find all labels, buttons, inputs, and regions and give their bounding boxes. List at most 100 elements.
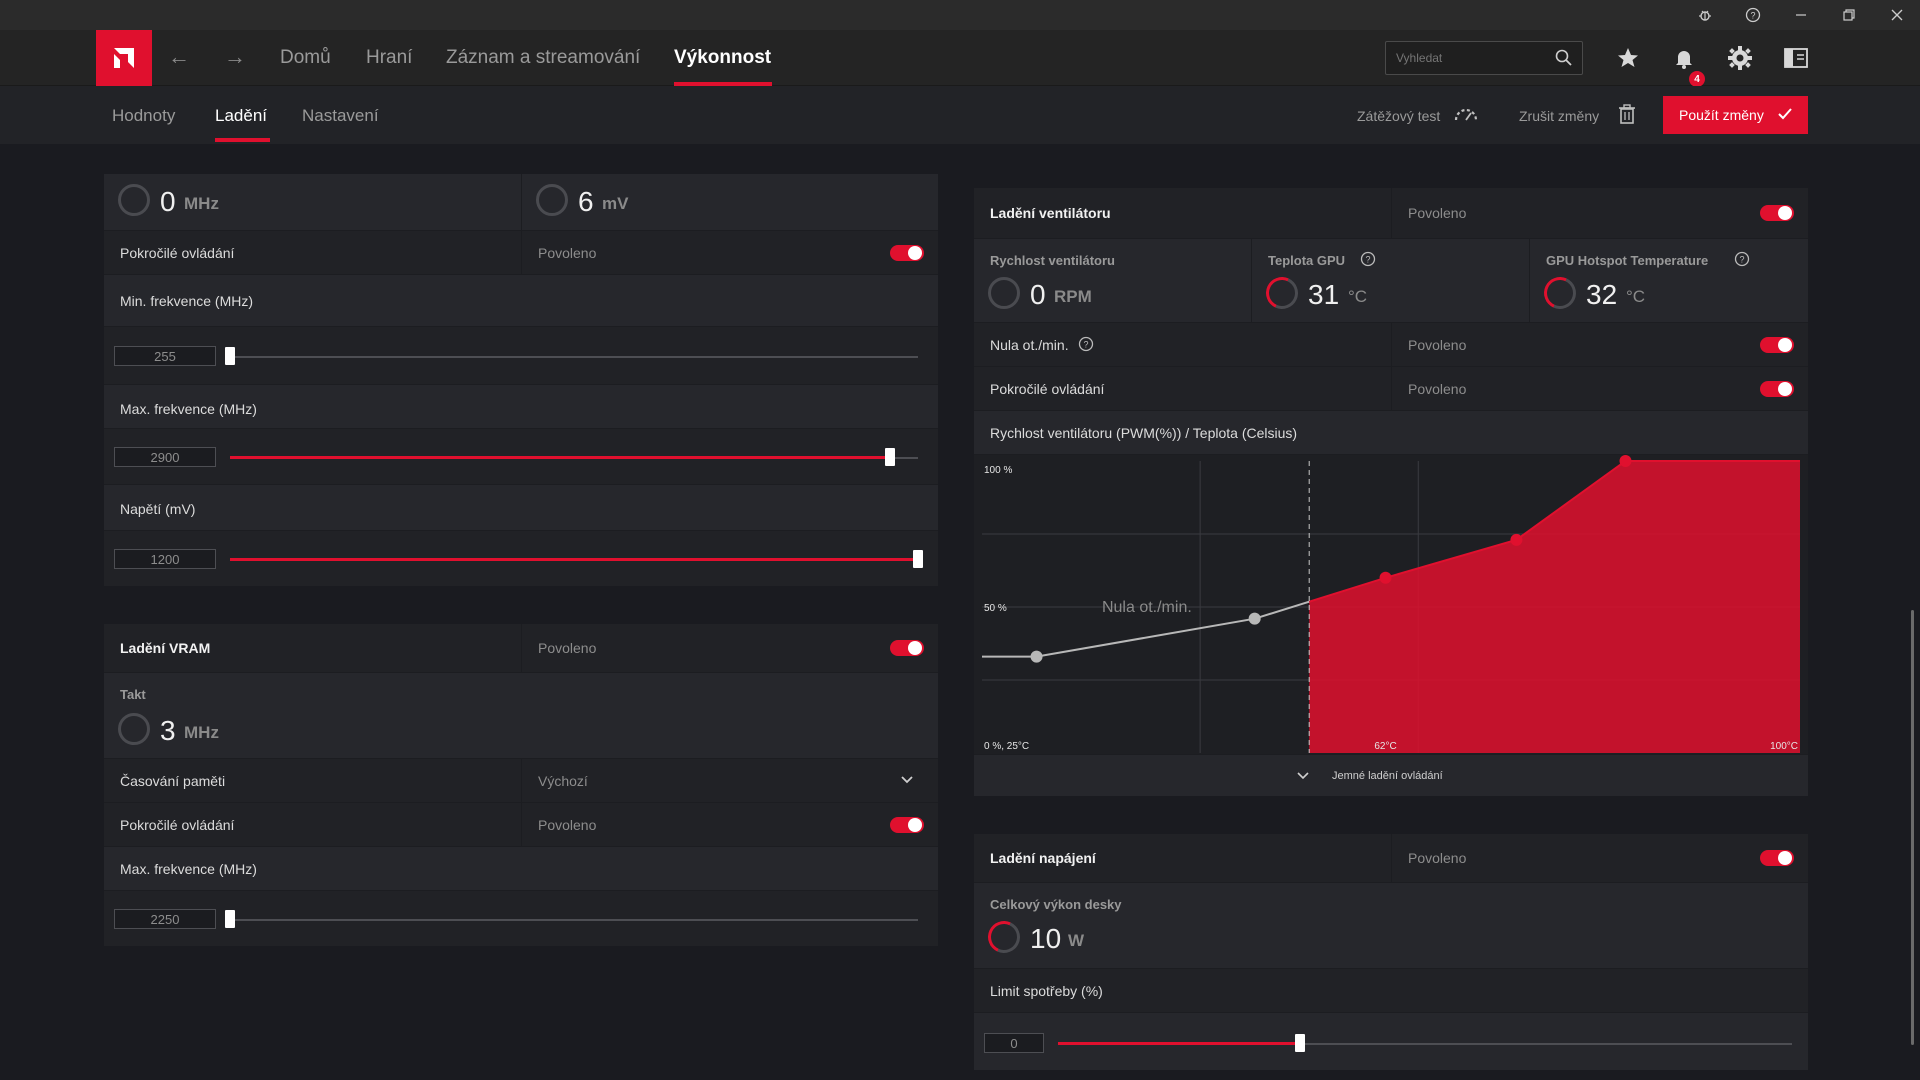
apply-changes-button[interactable]: Použít změny: [1663, 96, 1808, 134]
power-toggle[interactable]: [1760, 850, 1794, 866]
fan-curve-point-3[interactable]: [1510, 533, 1523, 546]
amd-logo[interactable]: [96, 30, 152, 86]
fan-curve-area: [1309, 461, 1800, 753]
board-power-value: 10: [1030, 923, 1062, 954]
vram-max-freq-track: [230, 919, 918, 921]
max-freq-slider[interactable]: [885, 448, 896, 466]
fan-curve-point-1[interactable]: [1248, 612, 1261, 625]
board-power-label: Celkový výkon desky: [990, 897, 1122, 912]
voltage-input[interactable]: 1200: [114, 549, 216, 569]
nav-home[interactable]: Domů: [280, 47, 331, 69]
fan-curve-title: Rychlost ventilátoru (PWM(%)) / Teplota …: [990, 425, 1298, 441]
discard-changes-button[interactable]: Zrušit změny: [1519, 108, 1599, 124]
vram-advanced-label: Pokročilé ovládání: [120, 817, 235, 833]
vram-advanced-row: Pokročilé ovládání Povoleno: [104, 802, 938, 846]
nav-gaming[interactable]: Hraní: [366, 47, 412, 69]
power-limit-input[interactable]: 0: [984, 1033, 1044, 1053]
voltage-label-row: Napětí (mV): [104, 484, 938, 530]
vram-clock-gauge-icon: [118, 713, 150, 745]
fan-curve-point-2[interactable]: [1379, 571, 1392, 584]
zero-rpm-row: Nula ot./min. ? Povoleno: [974, 322, 1808, 366]
back-arrow-icon[interactable]: ←: [168, 44, 190, 70]
voltage-slider[interactable]: [913, 550, 923, 568]
power-limit-slider-row: 0: [974, 1012, 1808, 1070]
fan-speed-unit: RPM: [1054, 287, 1092, 306]
gpu-temp-help-icon[interactable]: ?: [1360, 251, 1376, 272]
fan-curve-title-row: Rychlost ventilátoru (PWM(%)) / Teplota …: [974, 410, 1808, 454]
board-power-row: Celkový výkon desky 10 W: [974, 882, 1808, 968]
power-limit-slider[interactable]: [1295, 1034, 1306, 1052]
hotspot-temp-value: 32: [1586, 279, 1618, 310]
clock-gauge-icon: [118, 184, 150, 216]
vram-max-freq-slider-row: 2250: [104, 890, 938, 946]
gpu-temp-unit: °C: [1348, 287, 1368, 306]
min-freq-input[interactable]: 255: [114, 346, 216, 366]
advanced-control-label: Pokročilé ovládání: [120, 245, 235, 261]
fan-advanced-toggle[interactable]: [1760, 381, 1794, 397]
chevron-down-icon[interactable]: [900, 773, 914, 792]
zero-rpm-help-icon[interactable]: ?: [1078, 336, 1094, 357]
power-limit-label: Limit spotřeby (%): [990, 983, 1103, 999]
svg-text:?: ?: [1750, 11, 1755, 21]
page-scrollbar[interactable]: [1911, 610, 1914, 1045]
fan-curve-point-0[interactable]: [1030, 650, 1043, 663]
vram-max-freq-label: Max. frekvence (MHz): [120, 861, 257, 877]
power-tuning-panel: Ladění napájení Povoleno Celkový výkon d…: [974, 834, 1808, 1070]
fan-toggle[interactable]: [1760, 205, 1794, 221]
vram-title: Ladění VRAM: [120, 640, 211, 656]
restore-icon[interactable]: [1826, 0, 1872, 30]
gpu-clock-unit: MHz: [184, 194, 219, 213]
chevron-down-icon[interactable]: [1296, 769, 1310, 787]
subtab-active-indicator: [215, 138, 270, 142]
zero-rpm-toggle[interactable]: [1760, 337, 1794, 353]
fan-curve-chart-area: 100 % 50 % 0 %, 25°C 62°C 100°C Nula ot./min.: [974, 454, 1808, 754]
vram-state: Povoleno: [538, 640, 597, 656]
tab-settings[interactable]: Nastavení: [302, 106, 379, 126]
min-freq-slider[interactable]: [225, 347, 235, 365]
vram-header-row: Ladění VRAM Povoleno: [104, 624, 938, 672]
sidebar-panel-icon[interactable]: [1780, 42, 1812, 74]
fan-curve-point-4[interactable]: [1619, 455, 1632, 467]
search-input[interactable]: [1396, 51, 1546, 65]
forward-arrow-icon[interactable]: →: [224, 44, 246, 70]
tab-tuning[interactable]: Ladění: [215, 106, 267, 126]
search-box[interactable]: [1385, 41, 1583, 75]
board-power-unit: W: [1068, 931, 1085, 950]
stress-test-button[interactable]: Zátěžový test: [1357, 108, 1440, 124]
vram-max-freq-slider[interactable]: [225, 910, 235, 928]
search-icon[interactable]: [1554, 48, 1574, 73]
vram-clock-label: Takt: [120, 687, 146, 702]
close-icon[interactable]: [1874, 0, 1920, 30]
nav-record-stream[interactable]: Záznam a streamování: [446, 47, 640, 69]
tab-metrics[interactable]: Hodnoty: [112, 106, 175, 126]
favorites-star-icon[interactable]: [1612, 42, 1644, 74]
memory-timing-value[interactable]: Výchozí: [538, 773, 588, 789]
vram-clock-value: 3: [160, 715, 176, 746]
power-state: Povoleno: [1408, 850, 1467, 866]
advanced-control-toggle[interactable]: [890, 245, 924, 261]
vram-advanced-toggle[interactable]: [890, 817, 924, 833]
max-freq-label: Max. frekvence (MHz): [120, 401, 257, 417]
min-freq-track: [230, 356, 918, 358]
settings-gear-icon[interactable]: [1724, 42, 1756, 74]
fan-stats-row: Rychlost ventilátoru 0 RPM Teplota GPU ?…: [974, 238, 1808, 322]
notifications-bell-icon[interactable]: [1668, 42, 1700, 74]
gpu-clock-value: 0: [160, 186, 176, 217]
stress-test-gauge-icon[interactable]: [1453, 105, 1479, 128]
hotspot-help-icon[interactable]: ?: [1734, 251, 1750, 272]
fine-tune-button[interactable]: Jemné ladění ovládání: [1332, 770, 1443, 782]
voltage-label: Napětí (mV): [120, 501, 196, 517]
nav-performance[interactable]: Výkonnost: [674, 47, 771, 69]
trash-icon[interactable]: [1618, 104, 1636, 129]
fan-curve-chart[interactable]: 100 % 50 % 0 %, 25°C 62°C 100°C Nula ot./min.: [974, 455, 1808, 755]
minimize-icon[interactable]: [1778, 0, 1824, 30]
notification-badge: 4: [1689, 71, 1705, 87]
x-tick-max-label: 100°C: [1770, 741, 1798, 752]
svg-text:?: ?: [1365, 255, 1370, 265]
vram-max-freq-input[interactable]: 2250: [114, 909, 216, 929]
bug-icon[interactable]: [1682, 0, 1728, 30]
fan-advanced-state: Povoleno: [1408, 381, 1467, 397]
vram-toggle[interactable]: [890, 640, 924, 656]
max-freq-input[interactable]: 2900: [114, 447, 216, 467]
help-icon[interactable]: ?: [1730, 0, 1776, 30]
